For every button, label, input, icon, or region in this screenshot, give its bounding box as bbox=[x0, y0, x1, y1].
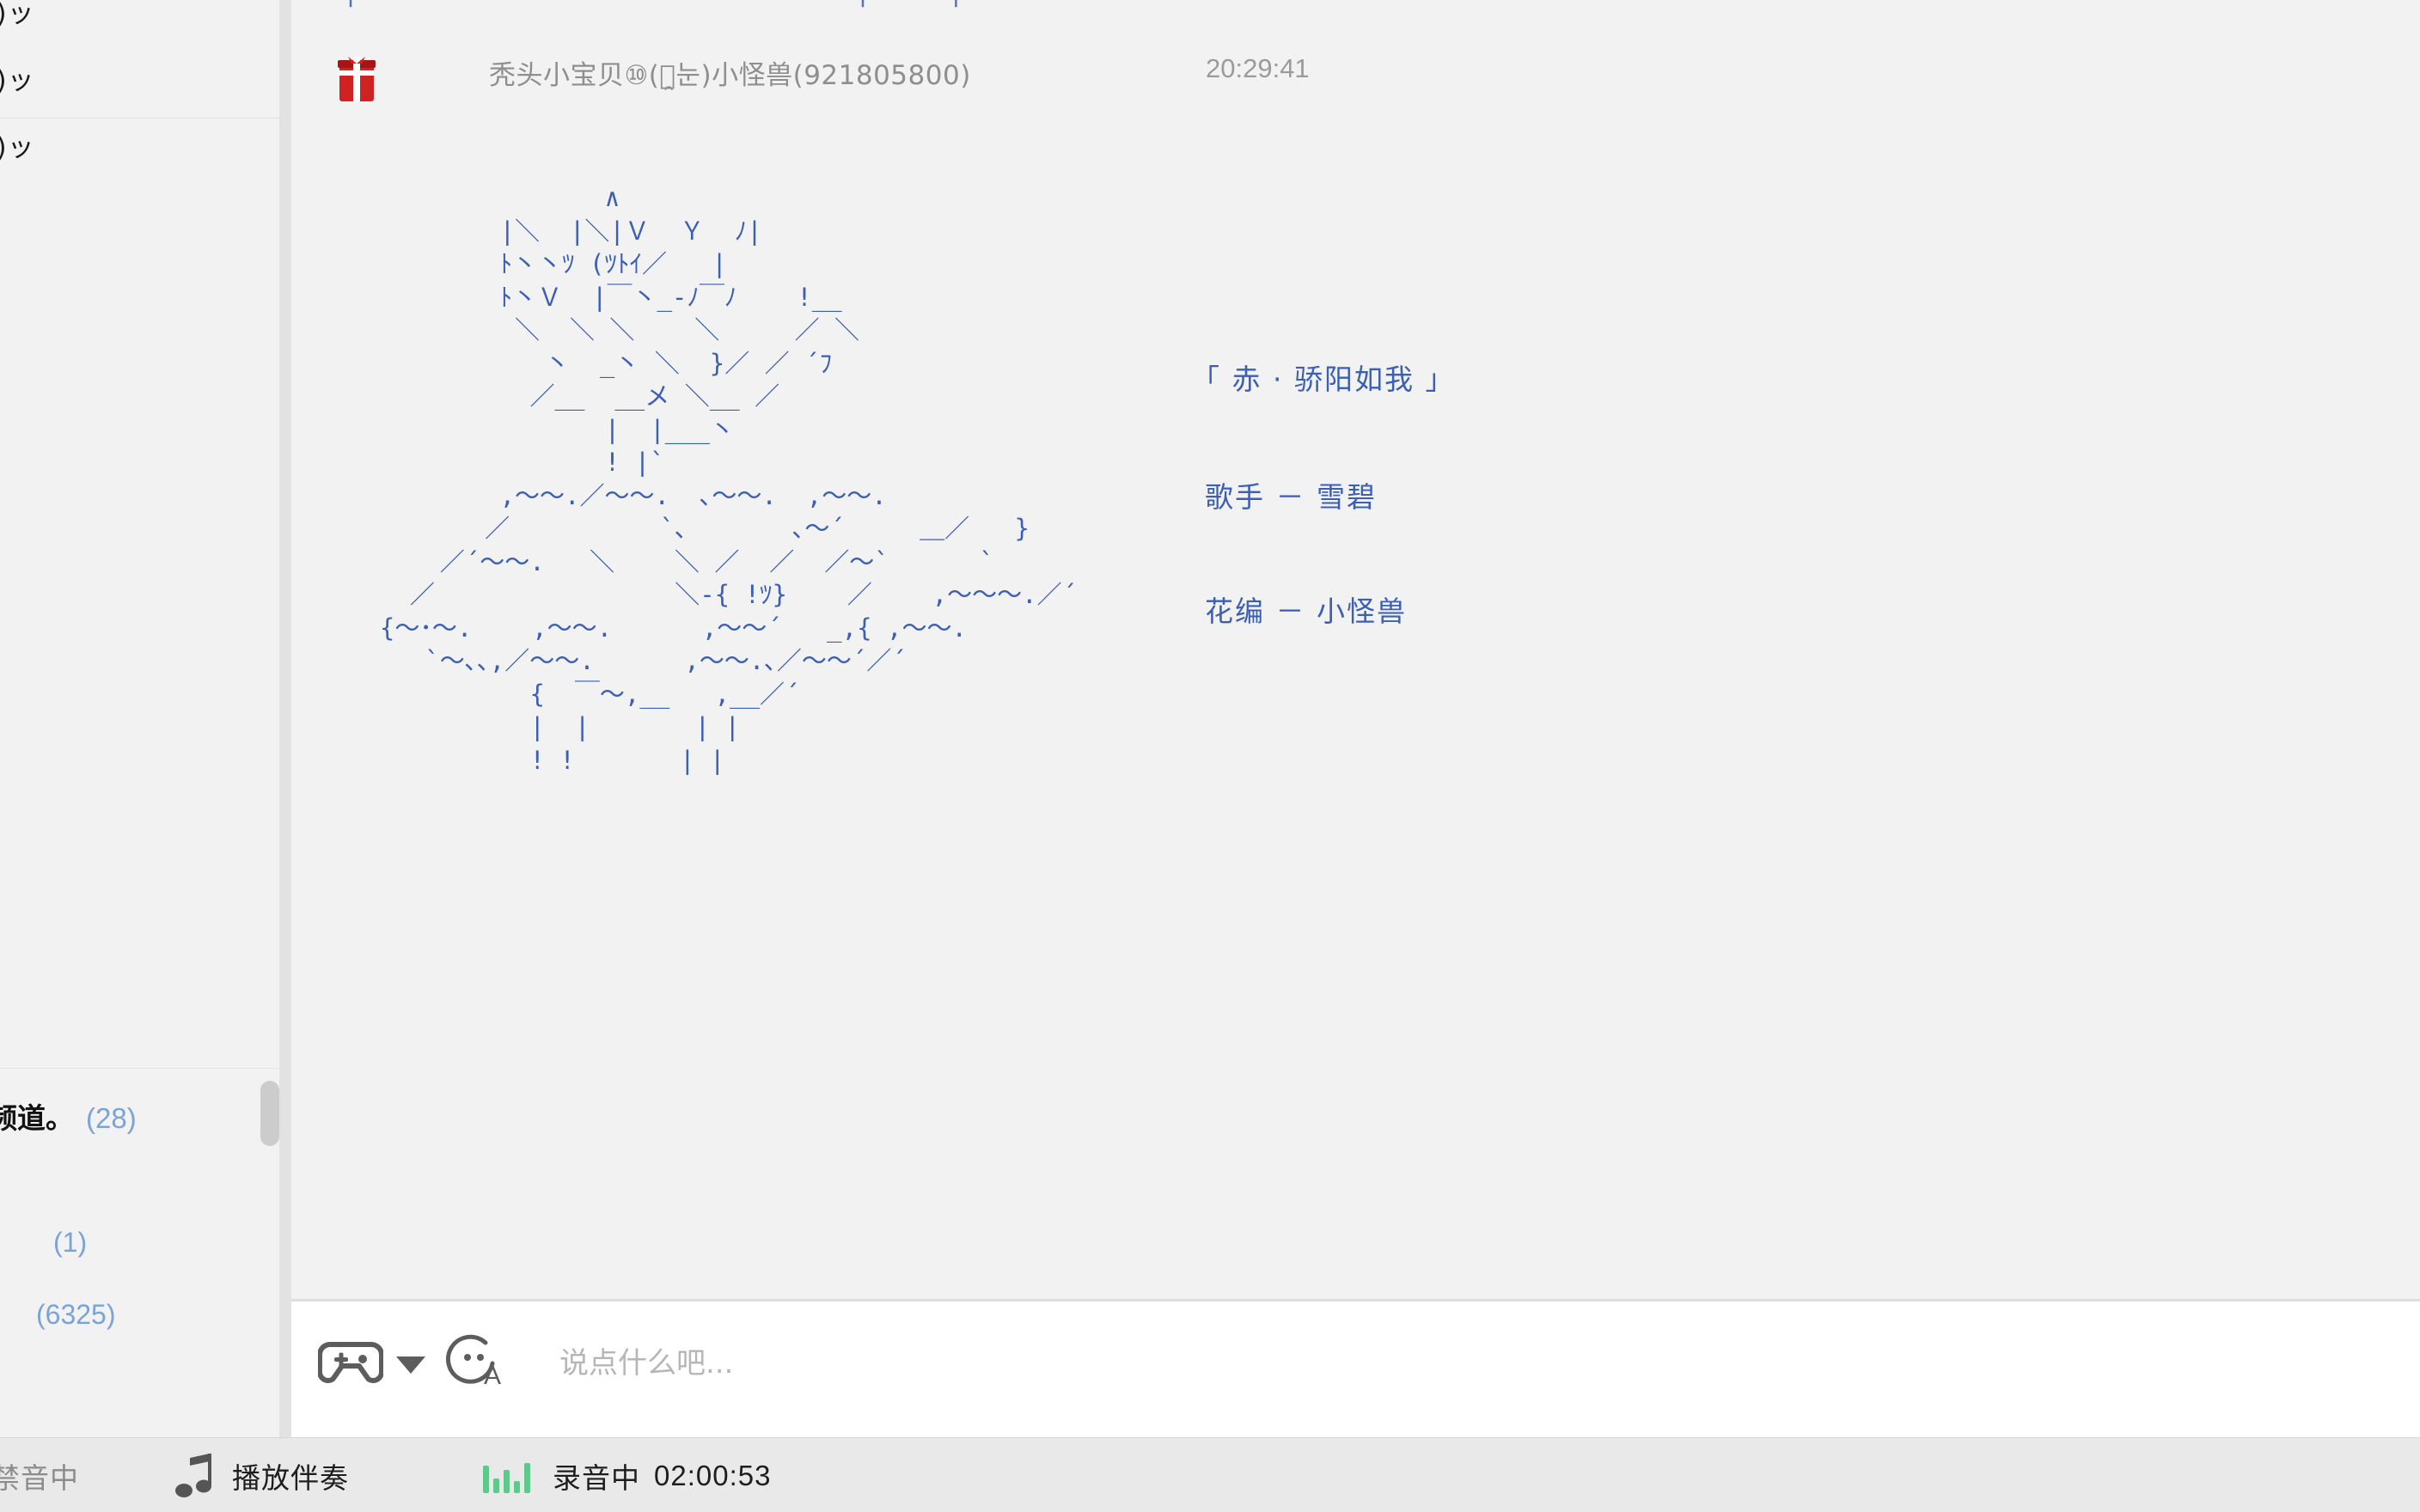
sidebar: ᗒ￣)ッ ᗒ￣)ッ ᗒ￣)ッ 乐频道。 (28) (1) (6325) bbox=[0, 0, 279, 1437]
ascii-art-message: ∧ |＼ |＼|Ｖ Ｙ ﾉ| ﾄ丶丶ﾂ (ﾂﾄｲ／ | ﾄ丶Ｖ |￣丶_-ﾉ￣ﾉ… bbox=[379, 183, 1078, 775]
emoji-face-icon[interactable]: A bbox=[446, 1334, 503, 1391]
message-input-bar: A bbox=[291, 1302, 2420, 1437]
channel-name: 乐频道。 bbox=[0, 1101, 74, 1135]
message-sender[interactable]: 秃头小宝贝⑩(눈̯눈)小怪兽(921805800) bbox=[489, 53, 971, 92]
sidebar-scrollbar-thumb[interactable] bbox=[260, 1081, 279, 1146]
recording-label: 录音中 bbox=[553, 1460, 640, 1495]
accompaniment-label: 播放伴奏 bbox=[232, 1460, 349, 1495]
sidebar-clipped-row: ᗒ￣)ッ bbox=[0, 132, 35, 163]
sidebar-divider bbox=[0, 1068, 279, 1069]
recording-status[interactable]: 录音中 02:00:53 bbox=[483, 1438, 771, 1512]
svg-text:A: A bbox=[484, 1362, 501, 1390]
singer-label: 歌手 － 雪碧 bbox=[1205, 480, 1377, 514]
sidebar-clipped-row: ᗒ￣)ッ bbox=[0, 0, 35, 29]
sidebar-clipped-row: ᗒ￣)ッ bbox=[0, 65, 35, 96]
sidebar-count-2[interactable]: (6325) bbox=[36, 1299, 116, 1331]
music-note-icon bbox=[175, 1453, 211, 1497]
panel-divider bbox=[279, 0, 291, 1437]
sidebar-count-1[interactable]: (1) bbox=[53, 1227, 87, 1259]
status-bar: 禁音中 播放伴奏 录音中 02:00:53 bbox=[0, 1437, 2420, 1512]
waveform-icon bbox=[483, 1459, 530, 1493]
song-title-label: 「 赤 · 骄阳如我 」 bbox=[1191, 363, 1456, 396]
gamepad-icon[interactable] bbox=[318, 1338, 383, 1389]
accompaniment-status[interactable]: 播放伴奏 bbox=[175, 1438, 349, 1512]
editor-label: 花编 － 小怪兽 bbox=[1205, 594, 1407, 628]
sidebar-item-channel[interactable]: 乐频道。 (28) bbox=[0, 1095, 137, 1137]
message-input[interactable] bbox=[558, 1332, 2108, 1394]
channel-count: (28) bbox=[86, 1102, 137, 1134]
recording-time: 02:00:53 bbox=[654, 1459, 772, 1491]
chevron-down-icon[interactable] bbox=[396, 1357, 425, 1374]
message-timestamp: 20:29:41 bbox=[1206, 53, 1310, 83]
mute-status[interactable]: 禁音中 bbox=[0, 1438, 79, 1512]
message-list: | · | | 秃头小宝贝⑩(눈̯눈)小怪兽(921805800) 20:29:… bbox=[291, 0, 2420, 1299]
previous-message-clipped: | · | | bbox=[343, 0, 963, 12]
mute-label: 禁音中 bbox=[0, 1460, 79, 1495]
gift-icon bbox=[338, 57, 376, 101]
sidebar-divider bbox=[0, 118, 279, 119]
chat-window: ᗒ￣)ッ ᗒ￣)ッ ᗒ￣)ッ 乐频道。 (28) (1) (6325) | · |… bbox=[0, 0, 2420, 1512]
